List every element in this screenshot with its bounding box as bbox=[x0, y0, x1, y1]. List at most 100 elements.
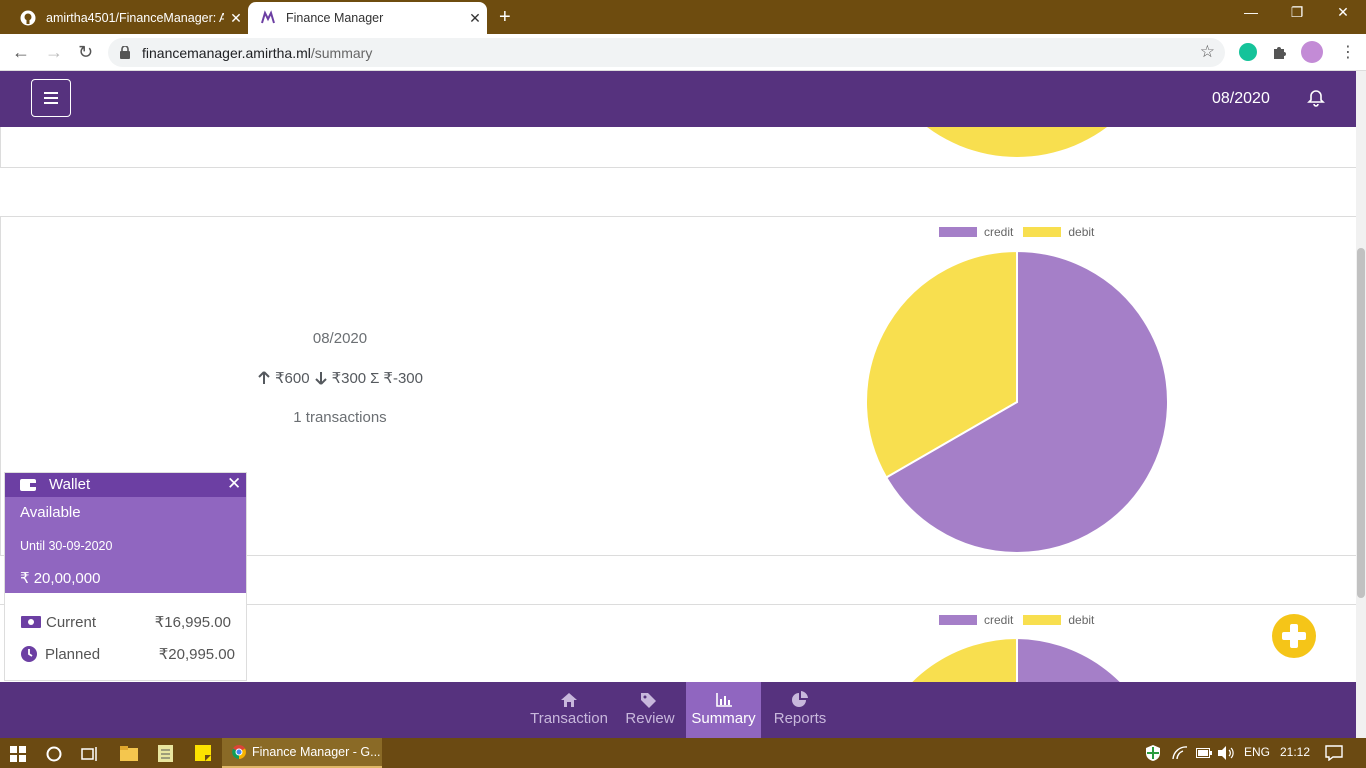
bell-icon[interactable] bbox=[1306, 88, 1326, 108]
wallet-header: Wallet ✕ bbox=[5, 473, 246, 497]
pie-slice-debit bbox=[927, 127, 1107, 157]
volume-icon[interactable] bbox=[1218, 746, 1234, 760]
pie-slice-debit bbox=[909, 637, 1018, 682]
browser-tab-github[interactable]: amirtha4501/FinanceManager: A ✕ bbox=[8, 2, 248, 34]
current-label: Current bbox=[46, 613, 97, 631]
wallet-panel: Wallet ✕ Available Until 30-09-2020 ₹ 20… bbox=[4, 472, 247, 681]
hamburger-menu-button[interactable] bbox=[31, 79, 71, 117]
file-explorer-icon[interactable] bbox=[120, 746, 138, 761]
url-input[interactable]: financemanager.amirtha.ml/summary ☆ bbox=[108, 38, 1225, 67]
chrome-menu-icon[interactable]: ⋮ bbox=[1340, 42, 1356, 62]
notepad-icon[interactable] bbox=[158, 745, 173, 762]
new-tab-button[interactable]: + bbox=[499, 6, 511, 29]
header-date[interactable]: 08/2020 bbox=[1212, 90, 1270, 108]
profile-avatar[interactable] bbox=[1301, 41, 1323, 63]
task-view-icon[interactable] bbox=[81, 746, 99, 762]
wallet-planned-row: Planned ₹20,995.00 bbox=[21, 645, 235, 663]
nav-label: Reports bbox=[773, 710, 827, 727]
windows-taskbar: Finance Manager - G... ENG 21:12 bbox=[0, 738, 1366, 768]
summary-total: ₹-300 bbox=[383, 370, 423, 387]
address-bar: ← → ↻ financemanager.amirtha.ml/summary … bbox=[0, 34, 1366, 71]
summary-transactions: 1 transactions bbox=[293, 409, 387, 426]
money-icon bbox=[21, 616, 41, 628]
browser-tab-finance-manager[interactable]: Finance Manager ✕ bbox=[248, 2, 487, 34]
sigma-icon: Σ bbox=[370, 369, 380, 387]
url-path: /summary bbox=[310, 45, 373, 61]
nav-transaction[interactable]: Transaction bbox=[529, 682, 609, 738]
legend-label-credit: credit bbox=[984, 613, 1014, 627]
arrow-up-icon bbox=[258, 371, 270, 384]
sticky-notes-icon[interactable] bbox=[195, 745, 211, 761]
notifications-icon[interactable] bbox=[1325, 745, 1343, 761]
battery-icon[interactable] bbox=[1196, 748, 1212, 758]
github-icon bbox=[20, 10, 36, 26]
bookmark-star-icon[interactable]: ☆ bbox=[1200, 42, 1215, 62]
nav-label: Review bbox=[625, 710, 675, 727]
legend-label-credit: credit bbox=[984, 225, 1014, 239]
home-icon bbox=[561, 693, 577, 707]
close-tab-icon[interactable]: ✕ bbox=[463, 10, 487, 27]
wallet-current-row: Current ₹16,995.00 bbox=[21, 613, 231, 631]
chart-legend: credit debit bbox=[939, 613, 1094, 627]
available-label: Available bbox=[20, 504, 81, 521]
forward-icon[interactable]: → bbox=[45, 42, 63, 63]
close-tab-icon[interactable]: ✕ bbox=[224, 10, 248, 27]
grammarly-icon[interactable] bbox=[1239, 43, 1257, 61]
reload-icon[interactable]: ↻ bbox=[78, 42, 93, 63]
add-transaction-button[interactable] bbox=[1272, 614, 1316, 658]
month-pie-chart bbox=[865, 249, 1169, 554]
available-amount: ₹ 20,00,000 bbox=[20, 570, 101, 587]
nav-review[interactable]: Review bbox=[624, 682, 676, 738]
nav-reports[interactable]: Reports bbox=[772, 682, 828, 738]
close-wallet-icon[interactable]: ✕ bbox=[227, 474, 241, 494]
nav-summary[interactable]: Summary bbox=[686, 682, 761, 738]
summary-amounts: ₹600 ₹300 Σ ₹-300 bbox=[0, 369, 680, 387]
windows-start-icon[interactable] bbox=[10, 746, 26, 762]
wallet-available: Available Until 30-09-2020 ₹ 20,00,000 bbox=[5, 497, 246, 593]
app-header: 08/2020 bbox=[0, 71, 1356, 127]
available-until: Until 30-09-2020 bbox=[20, 539, 113, 553]
bar-chart-icon bbox=[715, 693, 732, 707]
arrow-down-icon bbox=[314, 372, 327, 385]
close-window-button[interactable]: ✕ bbox=[1320, 4, 1366, 21]
planned-value: ₹20,995.00 bbox=[158, 646, 235, 663]
chrome-icon bbox=[232, 745, 246, 759]
finance-logo-icon bbox=[261, 10, 275, 24]
tags-icon bbox=[641, 693, 656, 708]
tab-title: Finance Manager bbox=[286, 11, 384, 25]
pie-chart-icon bbox=[792, 691, 808, 707]
minimize-button[interactable]: — bbox=[1228, 4, 1274, 20]
browser-tab-bar: amirtha4501/FinanceManager: A ✕ Finance … bbox=[0, 0, 1366, 34]
legend-swatch-credit bbox=[939, 615, 977, 625]
summary-credit: ₹600 bbox=[274, 370, 310, 387]
lock-icon bbox=[120, 46, 130, 59]
back-icon[interactable]: ← bbox=[12, 42, 30, 63]
restore-button[interactable]: ❐ bbox=[1274, 4, 1320, 21]
clock-icon bbox=[21, 646, 37, 662]
summary-period: 08/2020 bbox=[312, 330, 368, 347]
bottom-navigation: Transaction Review Summary Reports bbox=[0, 682, 1356, 738]
next-pie-chart bbox=[909, 637, 1123, 682]
search-icon[interactable] bbox=[46, 746, 62, 762]
pie-slice-credit bbox=[1016, 637, 1123, 682]
defender-icon[interactable] bbox=[1146, 745, 1160, 761]
chart-legend: credit debit bbox=[939, 225, 1094, 239]
scrollbar-thumb[interactable] bbox=[1357, 248, 1365, 598]
taskbar-chrome-label: Finance Manager - G... bbox=[252, 745, 381, 759]
nav-label: Summary bbox=[691, 710, 756, 727]
current-value: ₹16,995.00 bbox=[154, 614, 231, 631]
url-host: financemanager.amirtha.ml bbox=[142, 45, 311, 61]
nav-label: Transaction bbox=[530, 710, 608, 727]
wifi-icon[interactable] bbox=[1172, 746, 1188, 760]
plus-icon bbox=[1282, 624, 1306, 648]
legend-swatch-debit bbox=[1023, 615, 1062, 625]
legend-label-debit: debit bbox=[1068, 225, 1095, 239]
planned-label: Planned bbox=[45, 645, 101, 663]
taskbar-chrome-window[interactable]: Finance Manager - G... bbox=[222, 738, 382, 768]
month-summary: 08/2020 ₹600 ₹300 Σ ₹-300 1 transactions bbox=[0, 330, 680, 426]
wallet-icon bbox=[20, 479, 36, 491]
extensions-icon[interactable] bbox=[1271, 44, 1287, 60]
taskbar-clock[interactable]: 21:12 bbox=[1280, 745, 1310, 759]
language-indicator[interactable]: ENG bbox=[1244, 745, 1270, 759]
summary-debit: ₹300 bbox=[331, 370, 367, 387]
